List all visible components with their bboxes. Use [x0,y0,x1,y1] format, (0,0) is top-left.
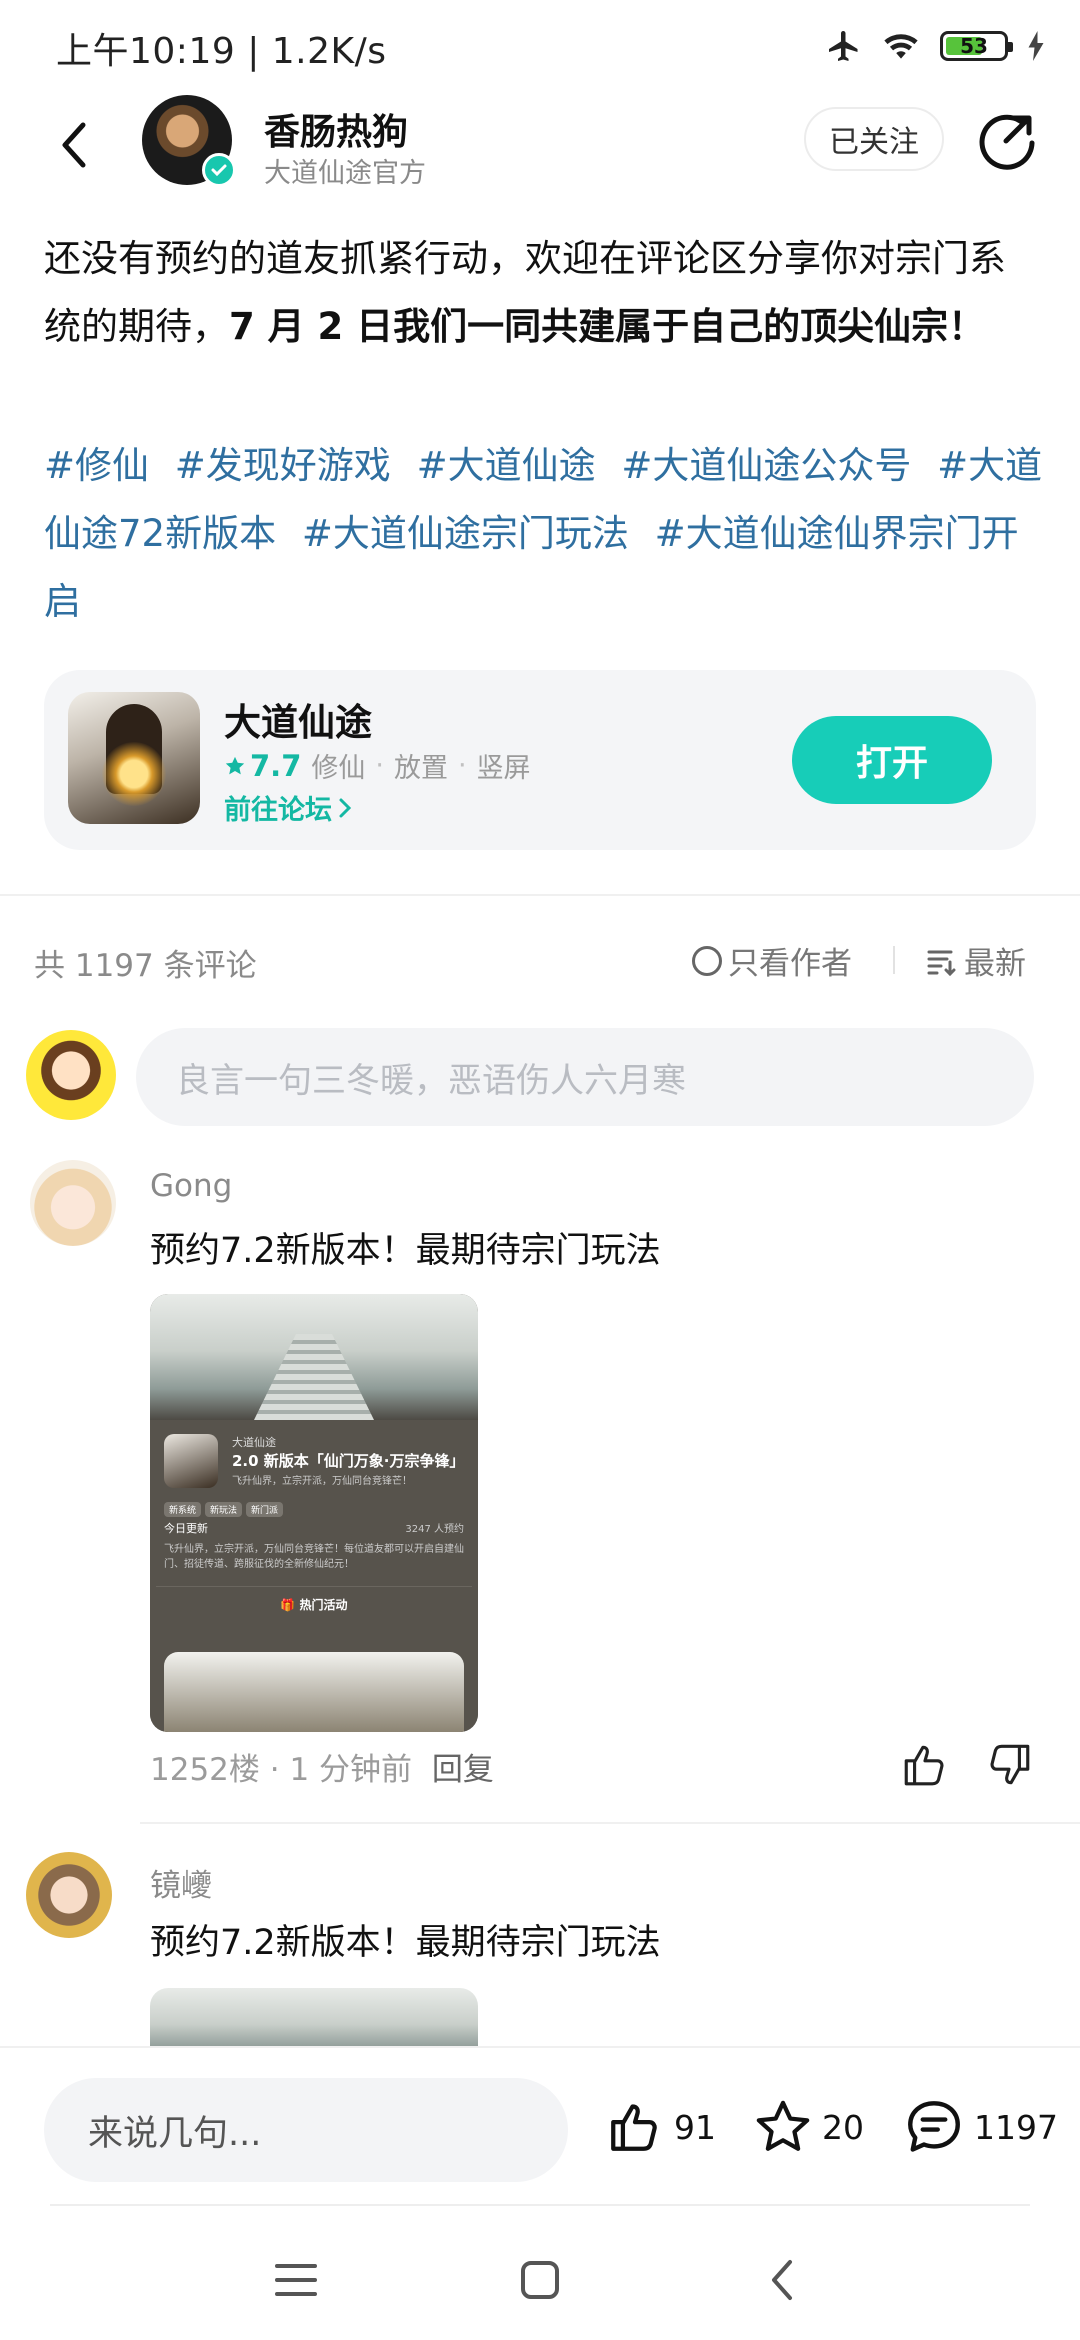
airplane-icon [829,31,858,61]
image-chip: 新门派 [246,1502,284,1517]
nav-back-button[interactable] [752,2250,812,2310]
image-chips: 新系统 新玩法 新门派 [164,1502,284,1517]
like-count: 91 [674,2107,716,2147]
author-avatar[interactable] [142,95,236,187]
favorite-count: 20 [822,2107,864,2147]
game-mini-icon [164,1434,218,1488]
reply-input[interactable]: 来说几句... [44,2078,568,2182]
topic-tag[interactable]: #大道仙途宗门玩法 [302,512,629,555]
radio-icon [692,945,722,976]
favorite-button[interactable]: 20 [754,2092,864,2162]
game-icon [68,692,200,824]
comment-total: 1197 [974,2107,1058,2147]
menu-icon [275,2264,317,2296]
game-rating: 7.7 [224,749,301,783]
author-only-toggle[interactable]: 只看作者 [692,938,852,983]
verified-icon [202,153,236,187]
post-header: 香肠热狗 大道仙途官方 已关注 [0,95,1080,195]
my-avatar [26,1030,116,1120]
wifi-icon [884,34,918,59]
author-subtitle: 大道仙途官方 [264,158,426,189]
post-body: 还没有预约的道友抓紧行动，欢迎在评论区分享你对宗门系统的期待，7 月 2 日我们… [44,225,1040,361]
comments-button[interactable]: 1197 [904,2092,1058,2162]
topic-tag[interactable]: #修仙 [44,444,149,487]
topic-tag[interactable]: #大道仙途 [417,444,596,487]
image-brand: 大道仙途 [232,1436,276,1449]
image-chip: 新系统 [164,1502,202,1517]
comment-divider [140,1822,1080,1824]
nav-home-button[interactable] [510,2250,570,2310]
comment-text: 预约7.2新版本！最期待宗门玩法 [150,1923,661,1963]
bottom-action-bar: 来说几句... 91 20 1197 [0,2046,1080,2206]
image-description: 飞升仙界，立宗开派，万仙同台竞锋芒！每位道友都可以开启自建仙门、招徒传道、跨服征… [164,1544,464,1570]
home-square-icon [521,2261,559,2299]
open-game-button[interactable]: 打开 [792,716,992,804]
reply-button[interactable]: 回复 [432,1752,494,1788]
status-icons: 53 [826,26,1044,66]
sort-icon [927,950,956,976]
status-bar: 上午10:19 | 1.2K/s 53 [0,0,1080,90]
topic-tag[interactable]: #大道仙途公众号 [621,444,911,487]
share-button[interactable] [976,109,1038,171]
comment-floor: 1252楼 [150,1752,260,1788]
section-divider [0,894,1080,896]
thumbs-down-icon [990,1744,1030,1785]
post-text-highlight: 7 月 2 日我们一同共建属于自己的顶尖仙宗！ [229,305,986,348]
star-icon [756,2100,810,2151]
image-subtitle: 飞升仙界，立宗开派，万仙同台竞锋芒！ [232,1476,412,1487]
game-title: 大道仙途 [224,701,372,744]
forum-link[interactable]: 前往论坛 [224,788,352,827]
nav-menu-button[interactable] [266,2250,326,2310]
bottom-divider [50,2204,1030,2206]
chevron-right-icon [339,798,352,817]
commenter-avatar[interactable] [30,1160,116,1246]
commenter-avatar[interactable] [26,1852,112,1938]
thumbs-up-icon [611,2104,657,2151]
topic-tag[interactable]: #发现好游戏 [175,444,391,487]
charging-icon [1028,31,1044,61]
share-icon [979,114,1035,170]
image-update-label: 今日更新 [164,1522,208,1535]
comment-time: 1 分钟前 [289,1752,413,1788]
star-icon [225,756,245,774]
game-tag: 修仙 [311,753,366,784]
follow-button[interactable]: 已关注 [804,107,944,171]
back-button[interactable] [48,115,100,175]
sort-button[interactable]: 最新 [926,938,1026,983]
comment-dislike-button[interactable] [984,1740,1034,1790]
battery-indicator: 53 [940,31,1013,61]
system-nav-bar [0,2220,1080,2340]
comment-like-button[interactable] [900,1740,950,1790]
post-like-button[interactable]: 91 [606,2092,716,2162]
image-hot-label: 🎁 热门活动 [280,1598,348,1612]
filter-divider [893,946,895,974]
comment-meta: 1252楼 · 1 分钟前 回复 [150,1752,494,1788]
topic-tags: #修仙 #发现好游戏 #大道仙途 #大道仙途公众号 #大道仙途72新版本 #大道… [44,432,1044,636]
comment-input[interactable]: 良言一句三冬暖，恶语伤人六月寒 [136,1028,1034,1126]
image-banner [164,1652,464,1732]
game-card[interactable]: 大道仙途 7.7 修仙 · 放置 · 竖屏 前往论坛 打开 [44,670,1036,850]
comment-count: 共 1197 条评论 [34,948,257,984]
comment-image[interactable] [150,1988,478,2048]
comment-icon [908,2101,960,2152]
chevron-left-icon [772,2260,792,2300]
comment-text: 预约7.2新版本！最期待宗门玩法 [150,1231,661,1271]
battery-level: 53 [960,34,988,58]
game-tag: 放置 [393,753,448,784]
game-tag: 竖屏 [476,753,531,784]
thumbs-up-icon [904,1745,944,1786]
image-chip: 新玩法 [205,1502,243,1517]
chevron-left-icon [62,122,86,168]
author-name[interactable]: 香肠热狗 [264,103,408,155]
image-title: 2.0 新版本「仙门万象·万宗争锋」 [232,1452,465,1470]
game-meta: 7.7 修仙 · 放置 · 竖屏 [224,746,531,785]
image-reserve-count: 3247 人预约 [405,1524,464,1535]
commenter-name[interactable]: Gong [150,1168,232,1204]
comment-image[interactable]: 大道仙途 2.0 新版本「仙门万象·万宗争锋」 飞升仙界，立宗开派，万仙同台竞锋… [150,1294,478,1732]
commenter-name[interactable]: 镜巙 [150,1860,212,1905]
status-time: 上午10:19 | 1.2K/s [56,31,387,72]
